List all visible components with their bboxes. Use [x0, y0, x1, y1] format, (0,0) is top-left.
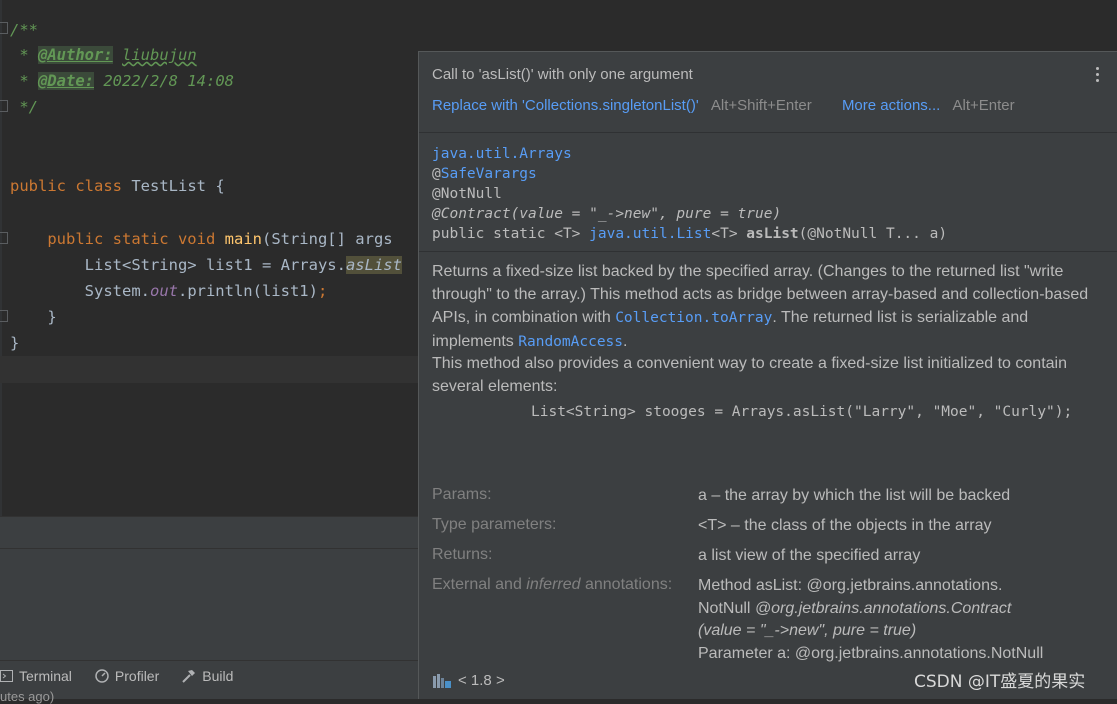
watermark: CSDN @IT盛夏的果实 — [914, 672, 1086, 692]
code-line: public static void main(String[] args — [47, 230, 393, 248]
hammer-icon — [182, 670, 196, 683]
replace-shortcut: Alt+Shift+Enter — [710, 97, 812, 114]
profiler-icon — [95, 669, 109, 683]
class-name: TestList — [131, 177, 206, 195]
doc-description: Returns a fixed-size list backed by the … — [432, 263, 1089, 350]
divider — [0, 516, 420, 517]
code-line: * @Author: liubujun — [10, 46, 197, 64]
code-line: /** — [10, 21, 38, 39]
inspection-title: Call to 'asList()' with only one argumen… — [432, 66, 693, 83]
returns-label: Returns: — [432, 546, 493, 563]
main-method-name: main — [224, 230, 262, 248]
terminal-icon — [0, 670, 13, 682]
signature-annotation: @SafeVarargs — [432, 166, 537, 182]
code-line: */ — [19, 98, 39, 116]
date-value: 2022/2/8 14:08 — [103, 72, 234, 90]
jdk-version-row: < 1.8 > — [432, 672, 513, 689]
current-line-highlight — [0, 356, 420, 383]
divider — [0, 548, 420, 549]
status-bar-text: utes ago) — [0, 689, 55, 704]
quick-documentation-popup: Call to 'asList()' with only one argumen… — [418, 51, 1117, 699]
package-link[interactable]: java.util.Arrays — [432, 146, 572, 162]
code-line: } — [10, 334, 20, 352]
fold-marker[interactable] — [0, 100, 8, 112]
doc-description-2: This method also provides a convenient w… — [432, 355, 1067, 395]
javadoc-date-tag: @Date: — [38, 72, 94, 90]
code-example: List<String> stooges = Arrays.asList("La… — [531, 404, 1073, 420]
fold-marker[interactable] — [0, 232, 8, 244]
bottom-toolbar: Terminal Profiler Build — [0, 660, 420, 691]
returns-value: a list view of the specified array — [698, 547, 921, 564]
randomaccess-link[interactable]: RandomAccess — [518, 334, 623, 350]
javadoc-author-tag: @Author: — [38, 46, 113, 64]
more-actions-shortcut: Alt+Enter — [952, 97, 1015, 114]
code-line: List<String> list1 = Arrays.asList — [84, 256, 402, 274]
more-actions-link[interactable]: More actions... — [842, 97, 940, 114]
code-line: public class TestList { — [10, 177, 225, 195]
signature-declaration: public static <T> java.util.List<T> asLi… — [432, 226, 948, 242]
fold-marker[interactable] — [0, 22, 8, 34]
build-button[interactable]: Build — [181, 668, 233, 684]
safevarargs-link[interactable]: SafeVarargs — [441, 166, 537, 182]
signature-package: java.util.Arrays — [432, 144, 572, 164]
replace-action-link[interactable]: Replace with 'Collections.singletonList(… — [432, 97, 699, 114]
annotations-value: Method asList: @org.jetbrains.annotation… — [698, 577, 1044, 662]
fold-marker[interactable] — [0, 310, 8, 322]
code-line: System.out.println(list1); — [84, 282, 328, 300]
terminal-button[interactable]: Terminal — [0, 668, 72, 684]
profiler-button[interactable]: Profiler — [94, 668, 159, 684]
aslist-warning-highlight[interactable]: asList — [345, 256, 402, 274]
type-params-value: <T> – the class of the objects in the ar… — [698, 517, 992, 534]
list-type-link[interactable]: java.util.List — [589, 226, 711, 242]
signature-contract: @Contract(value = "_->new", pure = true) — [432, 206, 782, 222]
code-line: } — [47, 308, 57, 326]
signature-method-name: asList — [746, 226, 799, 242]
annotations-label: External and inferred annotations: — [432, 576, 673, 593]
params-label: Params: — [432, 486, 492, 503]
divider — [419, 132, 1117, 133]
editor-gutter — [0, 0, 2, 516]
params-value: a – the array by which the list will be … — [698, 487, 1011, 504]
quick-fix-row: Replace with 'Collections.singletonList(… — [432, 97, 1015, 114]
signature-annotation: @NotNull — [432, 186, 502, 202]
jdk-version: < 1.8 > — [458, 672, 505, 689]
code-line: * @Date: 2022/2/8 14:08 — [10, 72, 234, 90]
divider — [419, 251, 1117, 252]
author-value: liubujun — [122, 46, 197, 64]
collection-toarray-link[interactable]: Collection.toArray — [615, 310, 772, 326]
more-options-icon[interactable] — [1095, 67, 1101, 85]
library-icon — [433, 673, 451, 688]
type-params-label: Type parameters: — [432, 516, 557, 533]
